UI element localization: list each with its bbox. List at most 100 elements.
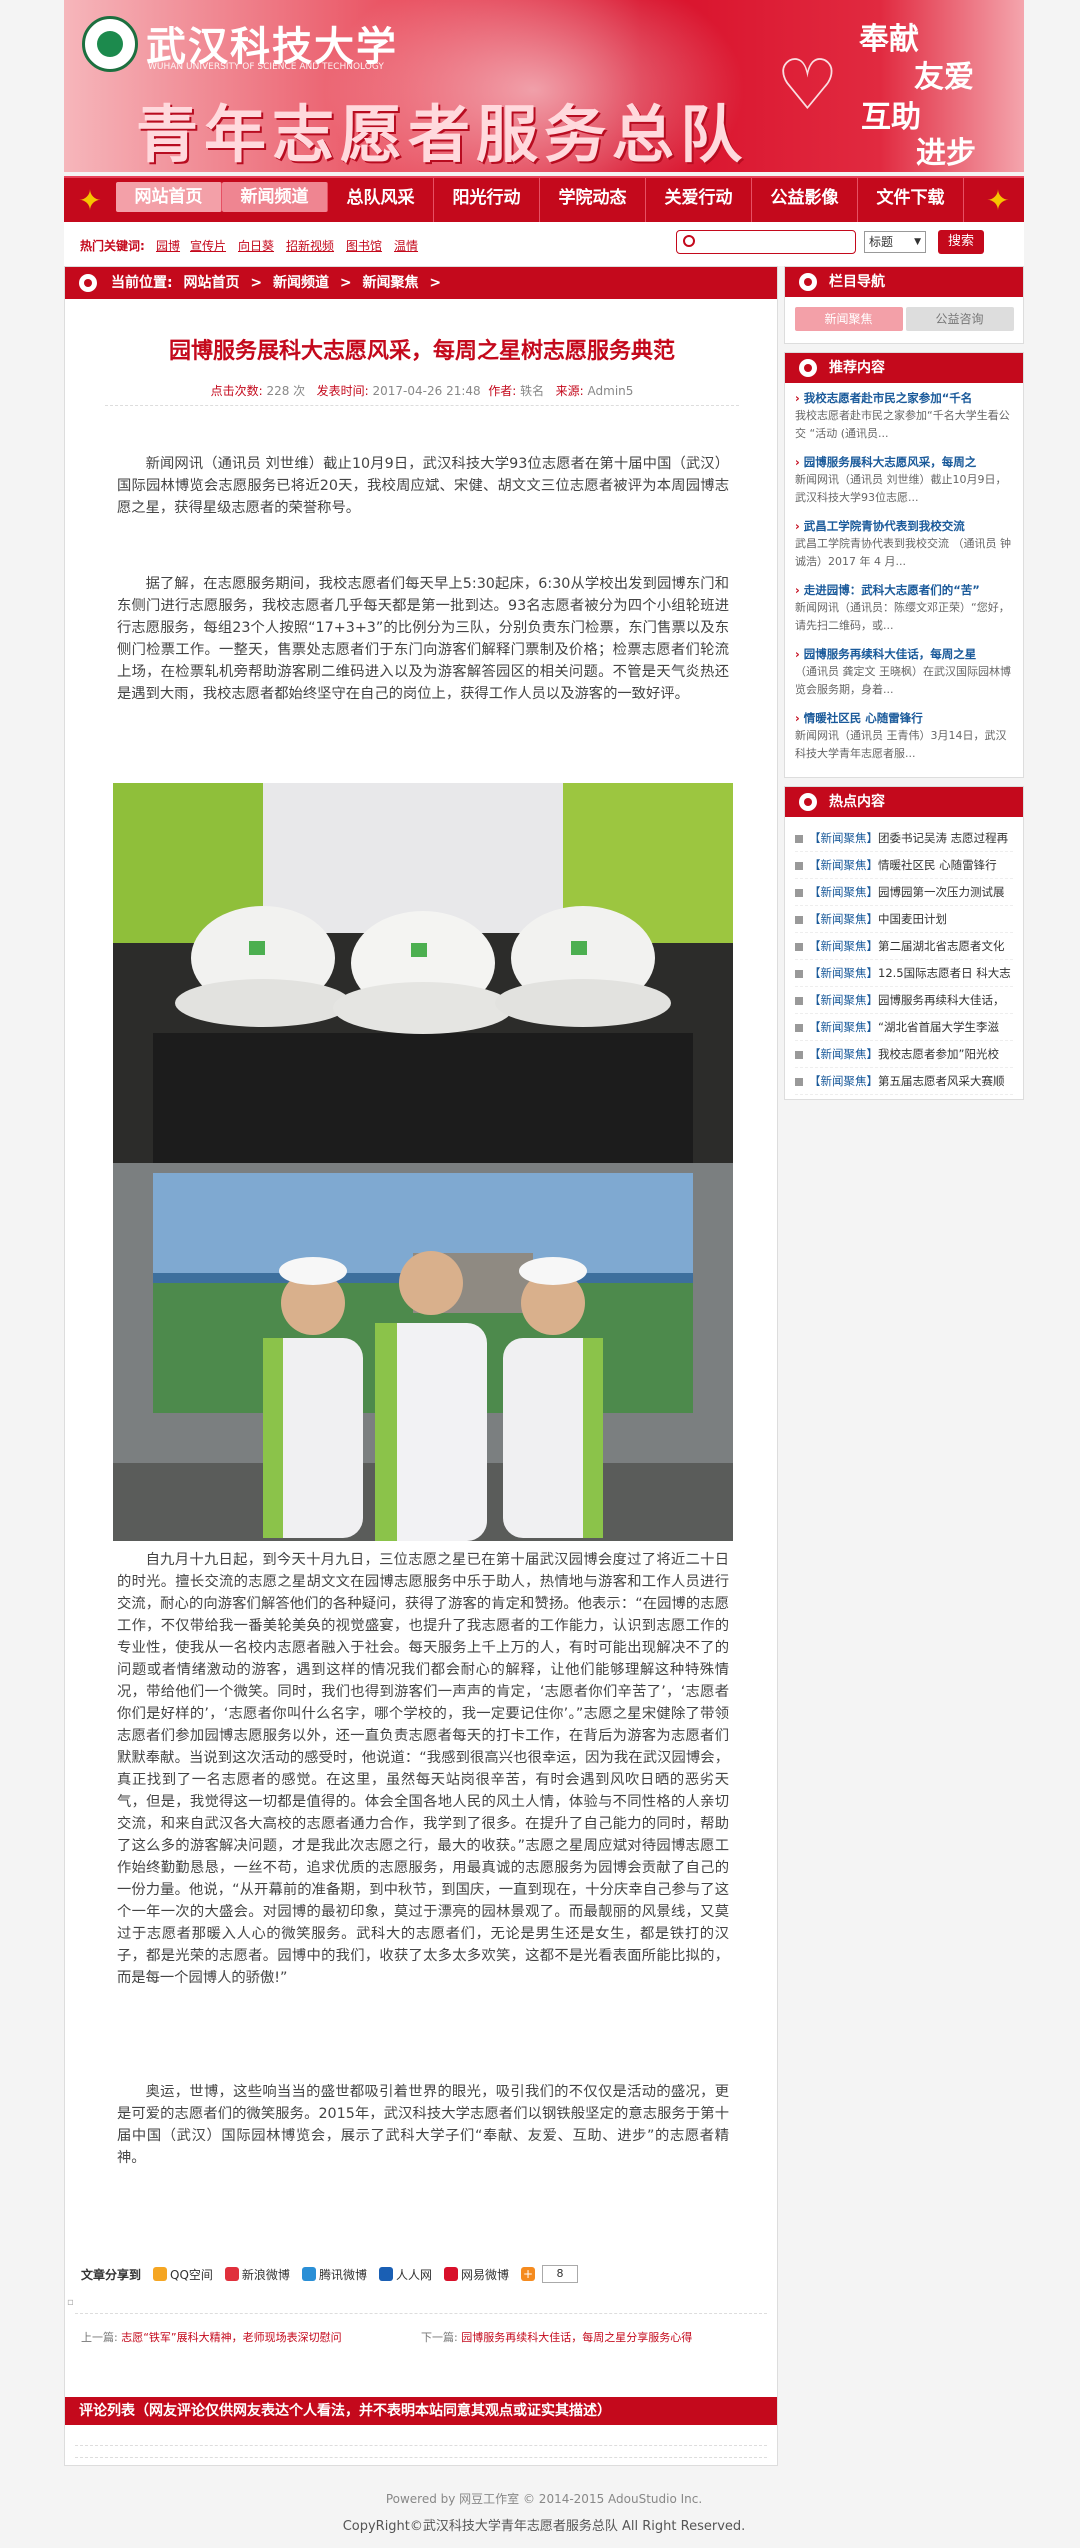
crumb-home[interactable]: 网站首页 [183, 275, 239, 291]
page: 武汉科技大学 WUHAN UNIVERSITY OF SCIENCE AND T… [64, 0, 1024, 2534]
heart-icon: ♡ [776, 44, 839, 126]
university-logo [82, 16, 138, 72]
hot-item[interactable]: 【新闻聚焦】第五届志愿者风采大赛顺 [795, 1068, 1013, 1095]
article-photo-volunteers [113, 1163, 733, 1541]
wing-left-icon: ✦ [78, 184, 102, 217]
recommended-item[interactable]: 园博服务再续科大佳话，每周之星（通讯员 龚定文 王晓枫）在武汉国际园林博览会服务… [795, 645, 1013, 699]
share-sina-weibo[interactable]: 新浪微博 [224, 2266, 290, 2283]
motto-2: 友爱 [914, 60, 974, 95]
keyword-link[interactable]: 招新视频 [286, 237, 334, 254]
share-renren[interactable]: 人人网 [378, 2266, 432, 2283]
keyword-link[interactable]: 园博 [156, 237, 180, 254]
article-title: 园博服务展科大志愿风采，每周之星树志愿服务典范 [168, 339, 675, 364]
team-name: 青年志愿者服务总队 [136, 98, 749, 171]
crumb-focus[interactable]: 新闻聚焦 [362, 275, 418, 291]
motto-1: 奉献 [859, 22, 919, 57]
hot-item[interactable]: 【新闻聚焦】园博服务再续科大佳话， [795, 987, 1013, 1014]
location-icon [799, 273, 817, 291]
recommended-item[interactable]: 园博服务展科大志愿风采，每周之新闻网讯（通讯员 刘世维）截止10月9日，武汉科技… [795, 453, 1013, 507]
hot-content-title: 热点内容 [785, 787, 1023, 817]
recommended-item[interactable]: 我校志愿者赴市民之家参加“千名我校志愿者赴市民之家参加“千名大学生看公交 “活动… [795, 389, 1013, 443]
hot-item[interactable]: 【新闻聚焦】“湖北省首届大学生李滋 [795, 1014, 1013, 1041]
wing-right-icon: ✦ [986, 184, 1010, 217]
bullet-icon [795, 996, 803, 1005]
article-photo-caps [113, 783, 733, 1163]
nav-team[interactable]: 总队风采 [328, 178, 434, 222]
location-icon [79, 274, 97, 292]
recommended-item[interactable]: 武昌工学院青协代表到我校交流武昌工学院青协代表到我校交流 （通讯员 钟诚浩）20… [795, 517, 1013, 571]
next-article-link[interactable]: 园博服务再续科大佳话，每周之星分享服务心得 [461, 2331, 692, 2344]
school-name-en: WUHAN UNIVERSITY OF SCIENCE AND TECHNOLO… [148, 62, 384, 72]
broken-image-icon: ▫ [67, 2297, 74, 2308]
hot-item[interactable]: 【新闻聚焦】12.5国际志愿者日 科大志 [795, 960, 1013, 987]
column-nav-title: 栏目导航 [785, 267, 1023, 297]
bullet-icon [795, 888, 803, 897]
netease-weibo-icon [443, 2267, 458, 2281]
share-netease-weibo[interactable]: 网易微博 [443, 2266, 509, 2283]
motto-3: 互助 [861, 100, 921, 135]
tab-public-welfare[interactable]: 公益咨询 [905, 307, 1014, 331]
keyword-link[interactable]: 宣传片 [190, 237, 226, 254]
prev-article-link[interactable]: 志愿“铁军”展科大精神，老师现场表深切慰问 [121, 2331, 341, 2344]
bullet-icon [795, 915, 803, 924]
prev-article: 上一篇: 志愿“铁军”展科大精神，老师现场表深切慰问 [81, 2331, 342, 2344]
share-tencent-weibo[interactable]: 腾讯微博 [301, 2266, 367, 2283]
site-banner: 武汉科技大学 WUHAN UNIVERSITY OF SCIENCE AND T… [64, 0, 1024, 172]
recommended-item[interactable]: 情暖社区民 心随雷锋行新闻网讯（通讯员 王青伟）3月14日，武汉科技大学青年志愿… [795, 709, 1013, 763]
nav-college[interactable]: 学院动态 [540, 178, 646, 222]
recommended-box: 推荐内容 我校志愿者赴市民之家参加“千名我校志愿者赴市民之家参加“千名大学生看公… [784, 352, 1024, 778]
bullet-icon [795, 969, 803, 978]
hot-item[interactable]: 【新闻聚焦】中国麦田计划 [795, 906, 1013, 933]
next-article: 下一篇: 园博服务再续科大佳话，每周之星分享服务心得 [421, 2331, 693, 2344]
motto-4: 进步 [916, 136, 976, 171]
hot-item[interactable]: 【新闻聚焦】我校志愿者参加”阳光校 [795, 1041, 1013, 1068]
bullet-icon [795, 1077, 803, 1086]
bullet-icon [795, 1050, 803, 1059]
tencent-weibo-icon [301, 2267, 316, 2281]
main-nav: ✦ 网站首页 新闻频道 总队风采 阳光行动 学院动态 关爱行动 公益影像 文件下… [64, 176, 1024, 222]
tab-news-focus[interactable]: 新闻聚焦 [794, 307, 903, 331]
location-icon [799, 359, 817, 377]
bullet-icon [795, 942, 803, 951]
share-more-icon[interactable]: + [520, 2267, 535, 2281]
hot-item[interactable]: 【新闻聚焦】情暖社区民 心随雷锋行 [795, 852, 1013, 879]
hot-item[interactable]: 【新闻聚焦】园博园第一次压力测试展 [795, 879, 1013, 906]
nav-care[interactable]: 关爱行动 [646, 178, 752, 222]
search-icon [683, 235, 695, 247]
hot-content-box: 热点内容 【新闻聚焦】团委书记吴涛 志愿过程再 【新闻聚焦】情暖社区民 心随雷锋… [784, 786, 1024, 1100]
keyword-link[interactable]: 向日葵 [238, 237, 274, 254]
search-input[interactable] [676, 230, 856, 254]
article-paragraph: 奥运，世博，这些响当当的盛世都吸引着世界的眼光，吸引我们的不仅仅是活动的盛况，更… [117, 2084, 729, 2166]
hot-item[interactable]: 【新闻聚焦】第二届湖北省志愿者文化 [795, 933, 1013, 960]
qzone-icon [153, 2267, 168, 2281]
hot-keyword-bar: 热门关键词: 园博 宣传片 向日葵 招新视频 图书馆 温情 标题 ▼ 搜索 [64, 222, 1024, 266]
article-paragraph: 据了解，在志愿服务期间，我校志愿者们每天早上5:30起床，6:30从学校出发到园… [117, 576, 729, 702]
hot-item[interactable]: 【新闻聚焦】团委书记吴涛 志愿过程再 [795, 825, 1013, 852]
sidebar: 栏目导航 新闻聚焦 公益咨询 推荐内容 我校志愿者赴市民之家参加“千名我校志愿者… [784, 266, 1024, 1108]
nav-home[interactable]: 网站首页 [116, 182, 222, 212]
article-paragraph: 新闻网讯（通讯员 刘世维）截止10月9日，武汉科技大学93位志愿者在第十届中国（… [117, 456, 729, 516]
footer-copyright: CopyRight©武汉科技大学青年志愿者服务总队 All Right Rese… [342, 2519, 746, 2534]
keyword-link[interactable]: 温情 [394, 237, 418, 254]
nav-images[interactable]: 公益影像 [752, 178, 858, 222]
renren-icon [378, 2267, 393, 2281]
recommended-item[interactable]: 走进园博：武科大志愿者们的“苦”新闻网讯（通讯员：陈缨文邓正荣）“您好，请先扫二… [795, 581, 1013, 635]
hot-keyword-label: 热门关键词: [80, 239, 145, 253]
bullet-icon [795, 861, 803, 870]
bullet-icon [795, 1023, 803, 1032]
crumb-news[interactable]: 新闻频道 [273, 275, 329, 291]
article-panel: 当前位置: 网站首页 > 新闻频道 > 新闻聚焦 > 园博服务展科大志愿风采，每… [64, 266, 778, 2466]
nav-downloads[interactable]: 文件下载 [858, 178, 964, 222]
divider [105, 405, 739, 406]
nav-news[interactable]: 新闻频道 [222, 182, 328, 212]
search-type-select[interactable]: 标题 ▼ [864, 231, 926, 253]
nav-sunshine[interactable]: 阳光行动 [434, 178, 540, 222]
breadcrumb: 当前位置: 网站首页 > 新闻频道 > 新闻聚焦 > [65, 267, 777, 299]
footer-powered: Powered by 网豆工作室 © 2014-2015 AdouStudio … [385, 2492, 703, 2506]
share-qzone[interactable]: QQ空间 [153, 2266, 213, 2283]
search-button[interactable]: 搜索 [938, 230, 984, 254]
keyword-link[interactable]: 图书馆 [346, 237, 382, 254]
divider [75, 2457, 767, 2458]
sina-weibo-icon [224, 2267, 239, 2281]
recommended-title: 推荐内容 [785, 353, 1023, 383]
